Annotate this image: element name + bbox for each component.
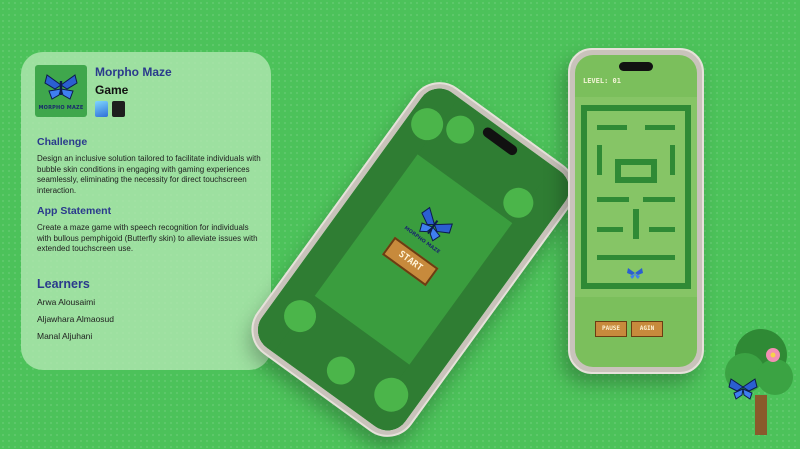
- dynamic-island: [619, 62, 653, 71]
- app-icon-caption: MORPHO MAZE: [38, 105, 84, 111]
- learner-name: Manal Aljuhani: [37, 331, 93, 341]
- learner-name: Arwa Alousaimi: [37, 297, 96, 307]
- game-screen: LEVEL: 01 PAUSE AGIN: [575, 55, 697, 367]
- tree-decoration: [725, 329, 793, 435]
- learners-heading: Learners: [37, 277, 90, 291]
- learner-name: Aljawhara Almaosud: [37, 314, 115, 324]
- app-category: Game: [95, 83, 129, 97]
- challenge-text: Design an inclusive solution tailored to…: [37, 154, 261, 195]
- phone-mockup-start-screen: MORPHO MAZE START: [239, 70, 588, 449]
- butterfly-icon: [627, 268, 643, 279]
- pause-button[interactable]: PAUSE: [595, 321, 627, 337]
- start-screen: MORPHO MAZE START: [249, 80, 578, 439]
- app-name: Morpho Maze: [95, 65, 172, 79]
- level-indicator: LEVEL: 01: [583, 77, 621, 85]
- app-statement-heading: App Statement: [37, 205, 112, 217]
- swift-icon: [95, 101, 108, 117]
- app-icon: MORPHO MAZE: [35, 65, 87, 117]
- again-button[interactable]: AGIN: [631, 321, 663, 337]
- project-info-card: MORPHO MAZE Morpho Maze Game Challenge D…: [21, 52, 271, 370]
- app-statement-text: Create a maze game with speech recogniti…: [37, 223, 258, 253]
- figma-icon: [112, 101, 125, 117]
- challenge-heading: Challenge: [37, 136, 88, 148]
- phone-mockup-game-screen: LEVEL: 01 PAUSE AGIN: [568, 48, 704, 374]
